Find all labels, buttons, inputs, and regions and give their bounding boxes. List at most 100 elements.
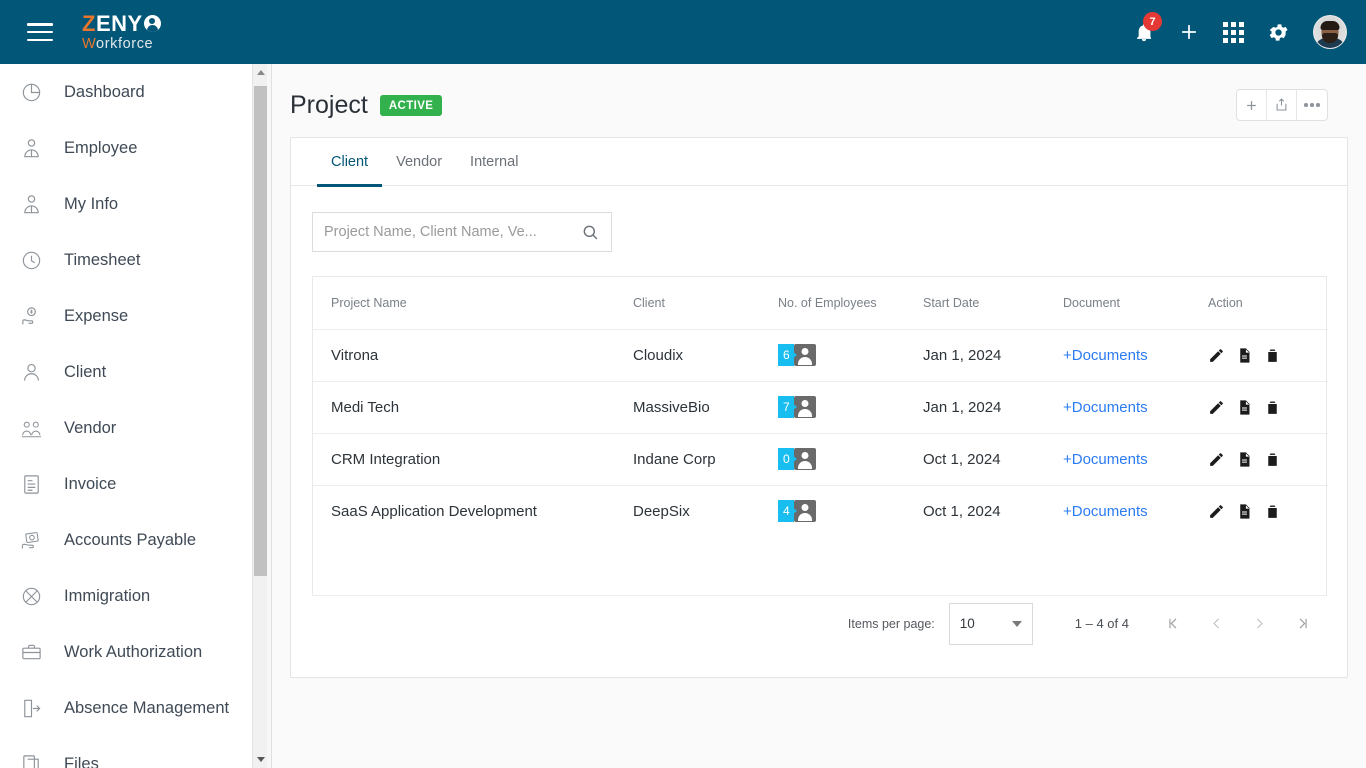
cell-client: MassiveBio (615, 381, 760, 434)
cell-document: +Documents (1045, 381, 1190, 434)
column-start-date: Start Date (905, 277, 1045, 330)
projects-table: Project Name Client No. of Employees Sta… (312, 276, 1328, 596)
cell-actions (1190, 381, 1328, 434)
sidebar-item-dashboard[interactable]: Dashboard (0, 64, 256, 120)
items-per-page-select[interactable]: 10 (948, 602, 1033, 645)
tab-client[interactable]: Client (317, 138, 383, 187)
settings-button[interactable] (1267, 21, 1290, 44)
sidebar-item-timesheet[interactable]: Timesheet (0, 232, 256, 288)
sidebar-item-absence-management[interactable]: Absence Management (0, 680, 256, 736)
cell-start-date: Oct 1, 2024 (923, 502, 1001, 520)
next-page-button[interactable] (1251, 615, 1268, 632)
search-box[interactable] (312, 212, 612, 252)
sidebar-item-expense[interactable]: Expense (0, 288, 256, 344)
edit-icon[interactable] (1208, 451, 1225, 468)
cell-client: DeepSix (633, 502, 690, 520)
edit-icon[interactable] (1208, 399, 1225, 416)
scroll-up-arrow-icon[interactable] (253, 64, 268, 81)
employee-count-chip[interactable]: 6 (778, 344, 816, 366)
cell-start-date: Jan 1, 2024 (905, 381, 1045, 434)
sidebar-item-work-authorization[interactable]: Work Authorization (0, 624, 256, 680)
accounts-payable-icon (20, 527, 50, 553)
add-documents-link[interactable]: +Documents (1063, 451, 1148, 468)
items-per-page-value: 10 (959, 616, 975, 631)
add-documents-link[interactable]: +Documents (1063, 399, 1148, 416)
plus-icon (1247, 100, 1256, 110)
file-icon[interactable] (1236, 399, 1253, 416)
logo-letters-eny: ENY (95, 10, 143, 36)
sidebar-item-client[interactable]: Client (0, 344, 256, 400)
scrollbar-thumb[interactable] (254, 86, 267, 576)
table-row[interactable]: Vitrona Cloudix 6 Jan 1, 2024 +Documents (313, 329, 1328, 382)
sidebar-label: Vendor (64, 418, 117, 437)
avatar-hair (1320, 21, 1340, 30)
sidebar-scrollbar[interactable] (252, 64, 267, 768)
sidebar-label: Expense (64, 306, 129, 325)
add-button[interactable] (1178, 21, 1200, 43)
file-icon[interactable] (1236, 347, 1253, 364)
logo-letter-z: Z (82, 10, 96, 36)
sidebar-label: Employee (64, 138, 138, 157)
app-logo[interactable]: Z ENY Workforce (82, 10, 161, 52)
delete-icon[interactable] (1264, 399, 1281, 416)
user-avatar[interactable] (1313, 15, 1347, 49)
search-input[interactable] (324, 224, 581, 240)
sidebar-item-files[interactable]: Files (0, 736, 256, 768)
employee-count-chip[interactable]: 0 (778, 448, 816, 470)
apps-grid-icon (1223, 21, 1244, 43)
more-options-button[interactable] (1297, 90, 1327, 120)
export-button[interactable] (1267, 90, 1297, 120)
file-icon[interactable] (1236, 503, 1253, 520)
notification-badge: 7 (1143, 12, 1162, 31)
edit-icon[interactable] (1208, 347, 1225, 364)
tab-internal[interactable]: Internal (456, 138, 532, 186)
delete-icon[interactable] (1264, 451, 1281, 468)
table-body: Vitrona Cloudix 6 Jan 1, 2024 +Documents… (313, 329, 1328, 537)
add-documents-link[interactable]: +Documents (1063, 347, 1148, 364)
search-icon[interactable] (581, 223, 600, 242)
apps-button[interactable] (1223, 21, 1244, 43)
sidebar-label: Absence Management (64, 698, 230, 717)
table-row[interactable]: Medi Tech MassiveBio 7 Jan 1, 2024 +Docu… (313, 381, 1328, 434)
hamburger-bar (27, 30, 53, 34)
column-action: Action (1190, 277, 1328, 330)
previous-page-button[interactable] (1208, 615, 1225, 632)
clock-icon (20, 247, 50, 273)
cell-actions (1190, 485, 1328, 537)
sidebar-item-invoice[interactable]: Invoice (0, 456, 256, 512)
column-project-name: Project Name (313, 277, 615, 330)
delete-icon[interactable] (1264, 347, 1281, 364)
add-project-button[interactable] (1237, 90, 1267, 120)
sidebar-label: Invoice (64, 474, 117, 493)
delete-icon[interactable] (1264, 503, 1281, 520)
sidebar-item-vendor[interactable]: Vendor (0, 400, 256, 456)
sidebar-item-accounts-payable[interactable]: Accounts Payable (0, 512, 256, 568)
employee-count-chip[interactable]: 4 (778, 500, 816, 523)
cell-actions (1190, 329, 1328, 382)
scroll-down-arrow-icon[interactable] (253, 751, 268, 768)
globe-icon (20, 583, 50, 609)
add-documents-link[interactable]: +Documents (1063, 503, 1148, 520)
chip-arrow (792, 455, 797, 463)
table-row[interactable]: SaaS Application Development DeepSix 4 O… (313, 485, 1328, 537)
first-page-button[interactable] (1165, 615, 1182, 632)
hamburger-icon[interactable] (27, 23, 53, 41)
file-icon[interactable] (1236, 451, 1253, 468)
tab-vendor[interactable]: Vendor (382, 138, 456, 186)
edit-icon[interactable] (1208, 503, 1225, 520)
notifications-button[interactable]: 7 (1133, 12, 1162, 43)
sidebar-item-immigration[interactable]: Immigration (0, 568, 256, 624)
sidebar-label: Immigration (64, 586, 151, 605)
cell-project-name: Vitrona (313, 329, 615, 382)
sidebar-item-employee[interactable]: Employee (0, 120, 256, 176)
last-page-button[interactable] (1294, 615, 1311, 632)
paginator: Items per page: 10 1 – 4 of 4 (312, 595, 1327, 651)
table-row[interactable]: CRM Integration Indane Corp 0 Oct 1, 202… (313, 433, 1328, 486)
sidebar-item-my-info[interactable]: My Info (0, 176, 256, 232)
project-tabs: Client Vendor Internal (291, 138, 1347, 187)
files-icon (20, 751, 50, 768)
logo-letter-w: W (82, 35, 97, 52)
gear-icon (1269, 23, 1288, 41)
sidebar-label: Files (64, 754, 99, 768)
employee-count-chip[interactable]: 7 (778, 396, 816, 418)
